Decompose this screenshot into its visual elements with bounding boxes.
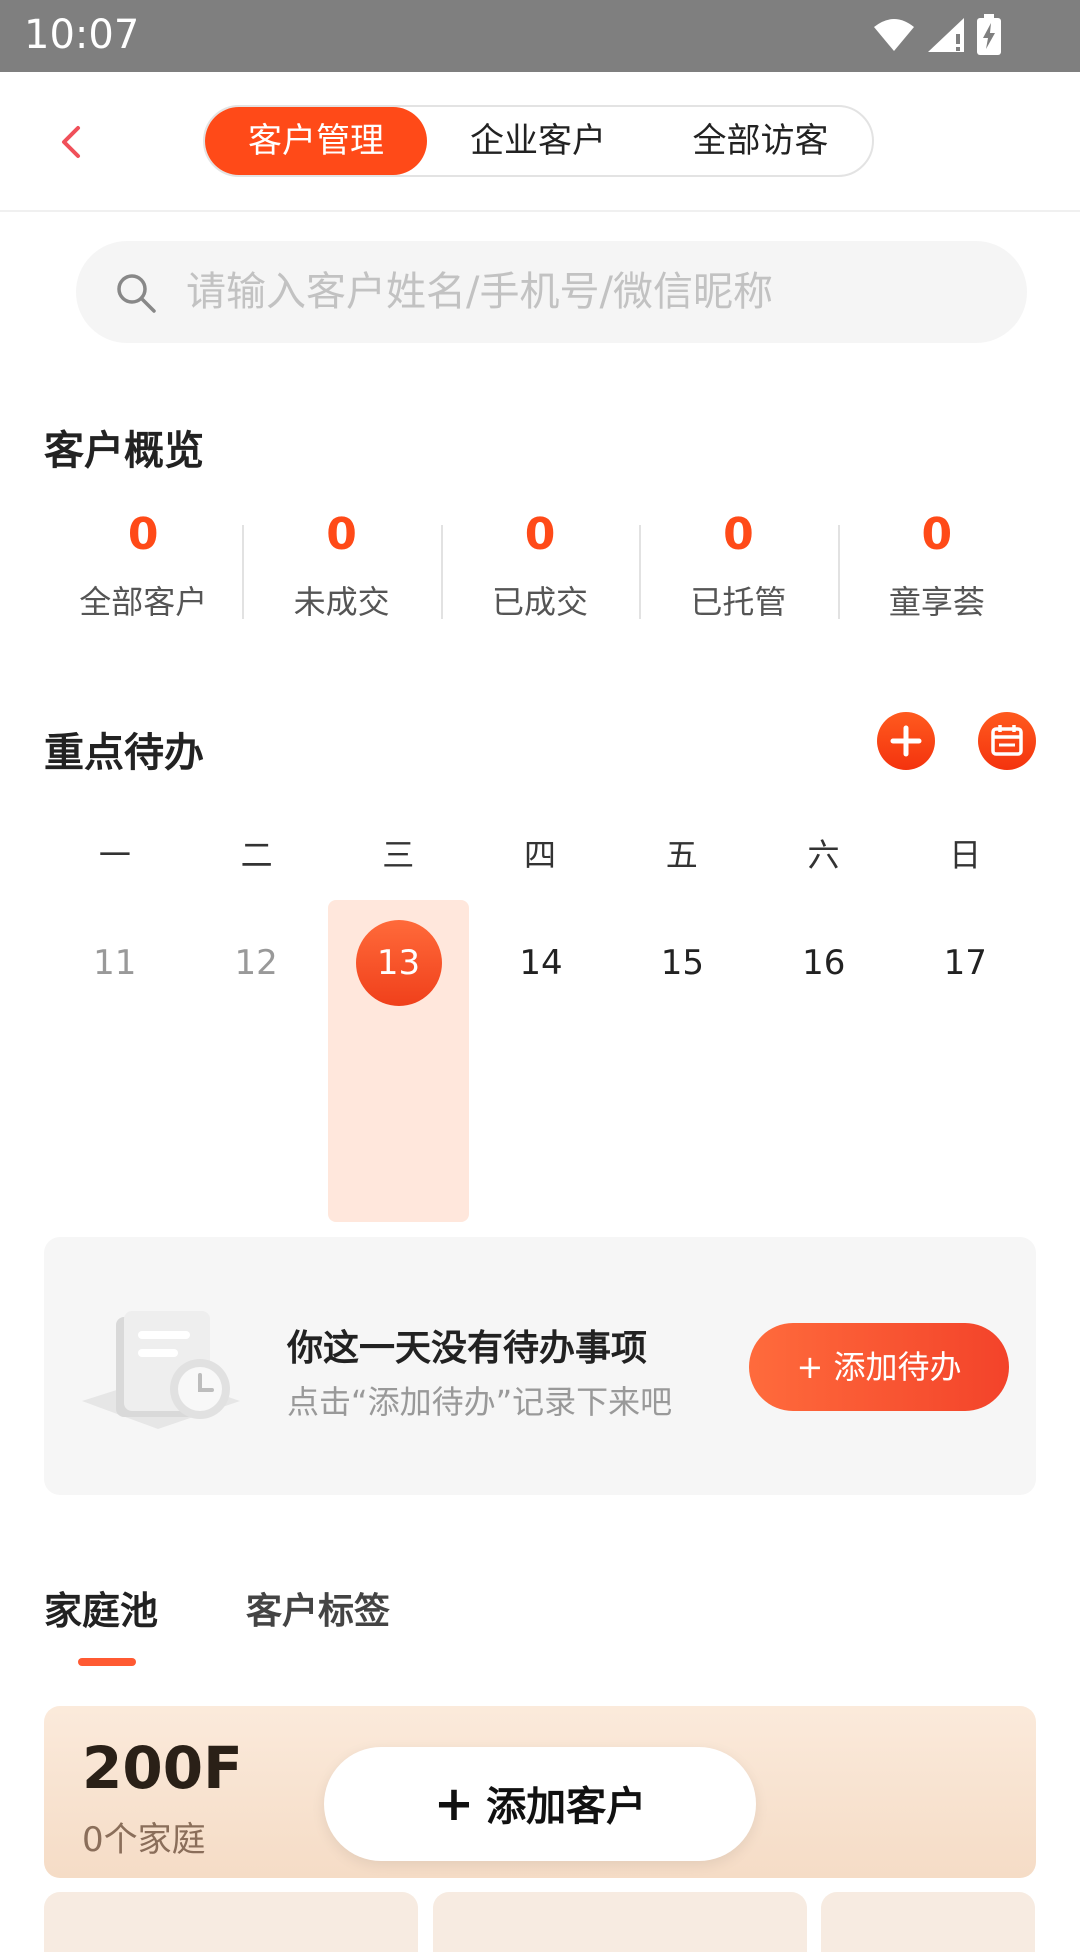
todo-title: 重点待办	[44, 730, 204, 776]
tab-enterprise-customers[interactable]: 企业客户	[427, 107, 649, 175]
search-icon	[114, 271, 158, 319]
date-number: 15	[660, 943, 705, 983]
overview-title: 客户概览	[44, 428, 204, 474]
stat-kids-club[interactable]: 0 童享荟	[837, 505, 1036, 635]
date-number: 12	[234, 943, 278, 983]
date-cell[interactable]: 16	[753, 900, 894, 1222]
pool-name: 200F	[82, 1734, 243, 1802]
add-customer-button[interactable]: + 添加客户	[324, 1747, 756, 1861]
date-cell[interactable]: 17	[895, 900, 1036, 1222]
battery-icon	[977, 14, 1001, 55]
date-cell[interactable]: 11	[44, 900, 185, 1222]
tab-customer-management[interactable]: 客户管理	[205, 107, 427, 175]
tab-all-visitors[interactable]: 全部访客	[649, 107, 872, 175]
weekday-label: 一	[98, 836, 131, 874]
stat-hosted[interactable]: 0 已托管	[639, 505, 837, 635]
week-dates: 11 12 13 14 15 16 17	[44, 900, 1036, 1222]
search-input[interactable]	[174, 241, 1006, 343]
back-button[interactable]	[50, 112, 100, 172]
weekday-label: 二	[240, 836, 273, 874]
date-cell[interactable]: 14	[470, 900, 611, 1222]
tab-underline	[78, 1658, 136, 1666]
family-card[interactable]	[44, 1892, 418, 1952]
family-card[interactable]	[821, 1892, 1035, 1952]
weekday-label: 六	[807, 836, 840, 874]
empty-todo-card: 你这一天没有待办事项 点击“添加待办”记录下来吧 + 添加待办	[44, 1237, 1036, 1495]
plus-icon: +	[433, 1776, 475, 1832]
stat-label: 已托管	[690, 583, 787, 621]
stat-label: 已成交	[492, 583, 589, 621]
stat-closed[interactable]: 0 已成交	[440, 505, 639, 635]
date-number: 17	[943, 943, 987, 983]
chevron-left-icon	[62, 126, 80, 158]
empty-document-clock-icon	[82, 1311, 240, 1429]
nav-bar: 客户管理 企业客户 全部访客	[0, 72, 1080, 212]
stat-label: 童享荟	[888, 583, 985, 621]
stat-label: 全部客户	[79, 583, 208, 621]
weekday-label: 五	[665, 836, 698, 874]
plus-icon	[890, 725, 922, 757]
stat-value: 0	[723, 509, 754, 560]
add-todo-button[interactable]: + 添加待办	[749, 1323, 1009, 1411]
date-number: 14	[519, 943, 563, 983]
empty-title: 你这一天没有待办事项	[287, 1328, 648, 1369]
tab-family-pool[interactable]: 家庭池	[44, 1580, 158, 1635]
stat-not-closed[interactable]: 0 未成交	[242, 505, 440, 635]
stat-label: 未成交	[293, 583, 390, 621]
wifi-icon	[874, 19, 914, 51]
weekday-label: 日	[949, 836, 982, 874]
pool-family-count: 0个家庭	[82, 1820, 206, 1860]
date-number: 16	[802, 943, 846, 983]
weekday-label: 三	[382, 836, 415, 874]
date-cell-selected[interactable]: 13	[327, 900, 470, 1222]
date-number: 11	[93, 943, 137, 983]
calendar-button[interactable]	[978, 712, 1036, 770]
stat-value: 0	[127, 509, 159, 560]
weekday-label: 四	[524, 836, 557, 874]
overview-stats: 0 全部客户 0 未成交 0 已成交 0 已托管 0 童享荟	[44, 505, 1036, 635]
date-cell[interactable]: 12	[185, 900, 326, 1222]
family-card[interactable]	[433, 1892, 807, 1952]
bottom-card-row	[44, 1892, 1080, 1952]
add-todo-icon-button[interactable]	[877, 712, 935, 770]
weekday-header: 一 二 三 四 五 六 日	[44, 830, 1036, 890]
stat-value: 0	[921, 509, 953, 560]
signal-icon	[928, 18, 964, 52]
add-customer-label: 添加客户	[486, 1784, 647, 1830]
tab-customer-tags[interactable]: 客户标签	[246, 1582, 390, 1634]
status-bar: 10:07	[0, 0, 1080, 72]
empty-subtitle: 点击“添加待办”记录下来吧	[287, 1383, 673, 1421]
status-icons	[872, 14, 1002, 56]
stat-all-customers[interactable]: 0 全部客户	[44, 505, 242, 635]
date-cell[interactable]: 15	[612, 900, 753, 1222]
date-number: 13	[355, 920, 442, 1006]
status-time: 10:07	[24, 12, 140, 58]
stat-value: 0	[326, 509, 357, 560]
segment-control: 客户管理 企业客户 全部访客	[203, 105, 874, 177]
stat-value: 0	[524, 509, 556, 560]
search-bar	[76, 241, 1027, 343]
calendar-icon	[991, 725, 1023, 756]
